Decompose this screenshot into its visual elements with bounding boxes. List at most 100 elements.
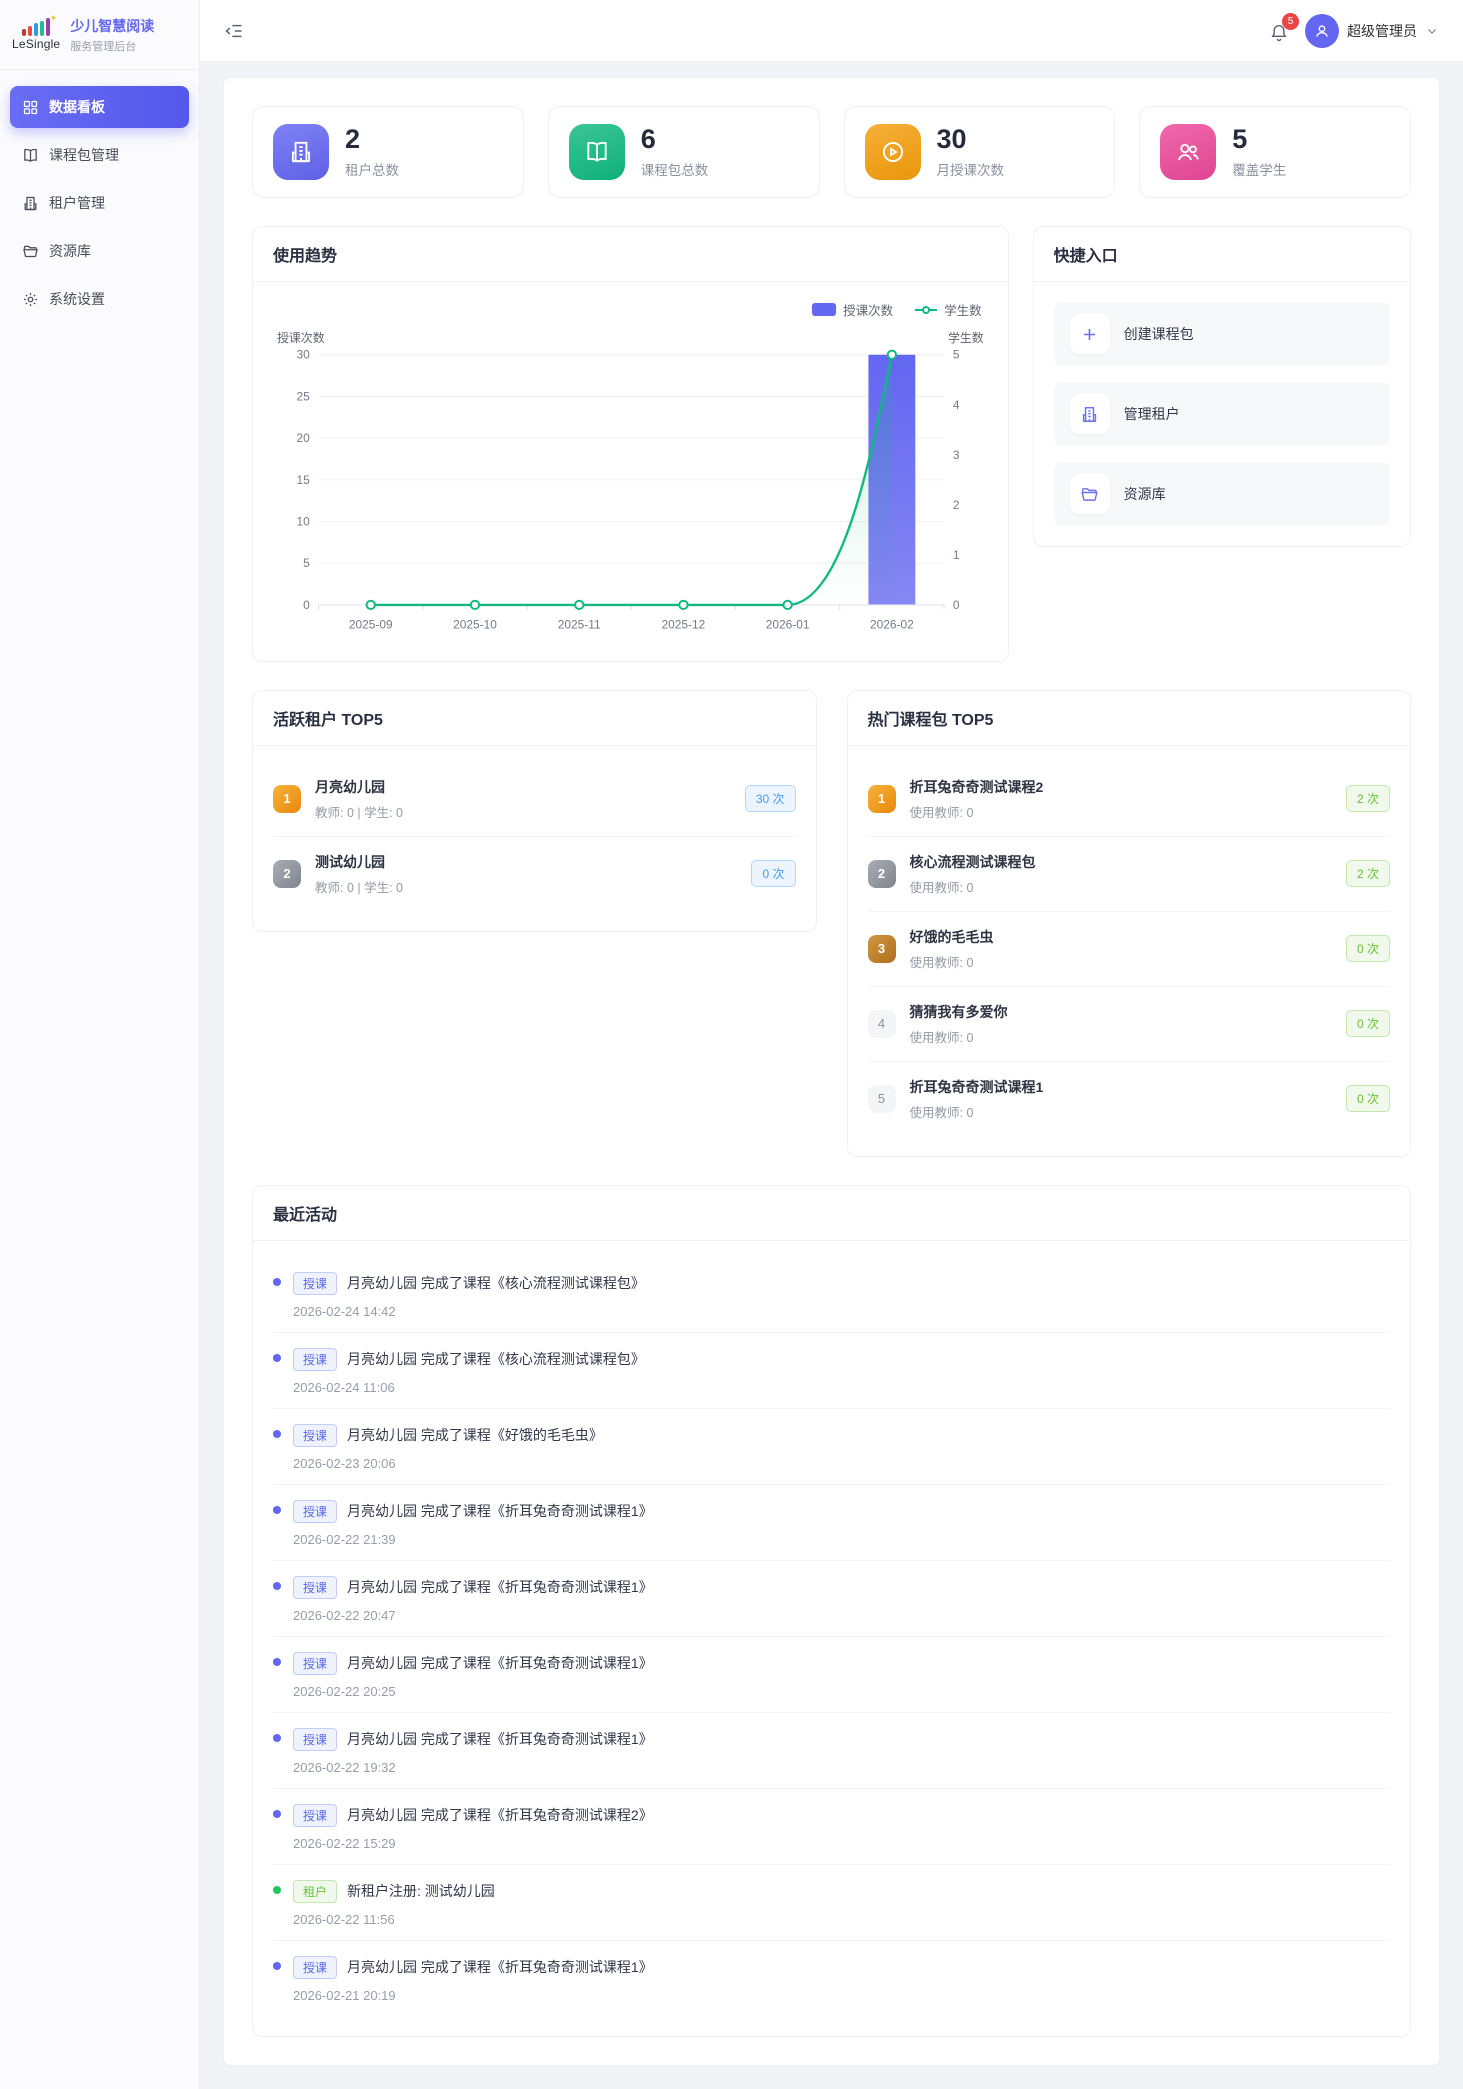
activity-type-badge: 授课 — [293, 1803, 338, 1827]
folder-icon — [1069, 474, 1110, 514]
logo: ✦ LeSingle 少儿智慧阅读 服务管理后台 — [0, 0, 199, 70]
user-name: 超级管理员 — [1347, 22, 1417, 39]
legend-item-lessons[interactable]: 授课次数 — [812, 300, 893, 319]
rank-badge: 4 — [867, 1009, 896, 1038]
activity-time: 2026-02-24 14:42 — [293, 1303, 396, 1319]
activity-dot-icon — [273, 1885, 281, 1894]
quick-entry-label: 管理租户 — [1123, 406, 1180, 422]
package-meta: 使用教师: 0 — [909, 1105, 974, 1120]
hot-packages-title: 热门课程包 TOP5 — [847, 691, 1410, 746]
quick-entry-label: 资源库 — [1123, 486, 1166, 502]
sidebar-collapse-icon[interactable] — [224, 21, 244, 41]
svg-text:2: 2 — [953, 498, 960, 512]
person-icon — [1316, 24, 1328, 37]
dashboard-icon — [22, 99, 39, 116]
chevron-down-icon — [1425, 24, 1439, 38]
package-rank-row: 4 猜猜我有多爱你 使用教师: 0 0 次 — [867, 987, 1390, 1062]
recent-activity-list: 授课 月亮幼儿园 完成了课程《核心流程测试课程包》 2026-02-24 14:42… — [253, 1241, 1410, 2036]
package-rank-row: 2 核心流程测试课程包 使用教师: 0 2 次 — [867, 837, 1390, 912]
sidebar-item-tenants[interactable]: 租户管理 — [10, 182, 189, 224]
activity-row: 授课 月亮幼儿园 完成了课程《核心流程测试课程包》 2026-02-24 14:42 — [273, 1257, 1390, 1333]
svg-text:20: 20 — [296, 431, 310, 445]
stat-value: 30 — [936, 124, 967, 155]
activity-dot-icon — [273, 1657, 281, 1666]
activity-text: 月亮幼儿园 完成了课程《核心流程测试课程包》 — [347, 1351, 645, 1368]
usage-count-badge: 2 次 — [1345, 785, 1390, 813]
activity-dot-icon — [273, 1505, 281, 1514]
app-subtitle: 服务管理后台 — [70, 40, 137, 53]
activity-dot-icon — [273, 1277, 281, 1286]
svg-text:2025-12: 2025-12 — [662, 618, 706, 632]
svg-text:0: 0 — [953, 598, 960, 612]
activity-text: 月亮幼儿园 完成了课程《折耳兔奇奇测试课程1》 — [347, 1731, 653, 1748]
rank-badge: 5 — [867, 1084, 896, 1113]
svg-text:2026-01: 2026-01 — [766, 618, 810, 632]
notifications-button[interactable]: 5 — [1269, 12, 1299, 43]
quick-entry-title: 快捷入口 — [1033, 227, 1410, 282]
rank-badge: 1 — [273, 784, 301, 813]
book-icon — [568, 124, 625, 180]
legend-label: 学生数 — [944, 304, 982, 318]
activity-text: 月亮幼儿园 完成了课程《核心流程测试课程包》 — [347, 1275, 645, 1292]
svg-text:5: 5 — [953, 348, 960, 362]
user-menu[interactable]: 超级管理员 — [1305, 13, 1439, 48]
activity-text: 月亮幼儿园 完成了课程《好饿的毛毛虫》 — [347, 1427, 603, 1444]
sidebar-item-course-packages[interactable]: 课程包管理 — [10, 134, 189, 176]
sidebar-item-resources[interactable]: 资源库 — [10, 230, 189, 272]
package-name: 猜猜我有多爱你 — [909, 1003, 1008, 1020]
stat-value: 2 — [345, 124, 361, 155]
gear-icon — [22, 291, 39, 308]
stats-row: 2 租户总数 6 课程包总数 30 月授课次数 5 覆盖学生 — [252, 106, 1411, 198]
logo-brand: LeSingle — [12, 37, 61, 51]
activity-text: 新租户注册: 测试幼儿园 — [347, 1883, 495, 1900]
quick-entry-create-package[interactable]: 创建课程包 — [1053, 302, 1390, 366]
activity-row: 授课 月亮幼儿园 完成了课程《核心流程测试课程包》 2026-02-24 11:06 — [273, 1333, 1390, 1409]
tenant-meta: 教师: 0 | 学生: 0 — [315, 880, 403, 895]
svg-text:30: 30 — [296, 348, 310, 362]
folder-icon — [22, 243, 39, 260]
active-tenants-card: 活跃租户 TOP5 1 月亮幼儿园 教师: 0 | 学生: 0 30 次 2 测试… — [252, 689, 817, 932]
sidebar-item-settings[interactable]: 系统设置 — [10, 278, 189, 320]
activity-row: 授课 月亮幼儿园 完成了课程《折耳兔奇奇测试课程1》 2026-02-22 20:4… — [273, 1561, 1390, 1637]
activity-time: 2026-02-22 15:29 — [293, 1835, 396, 1851]
package-name: 折耳兔奇奇测试课程2 — [909, 778, 1044, 795]
activity-time: 2026-02-22 21:39 — [293, 1531, 396, 1547]
package-name: 好饿的毛毛虫 — [909, 928, 994, 945]
package-rank-row: 1 折耳兔奇奇测试课程2 使用教师: 0 2 次 — [867, 762, 1390, 837]
activity-type-badge: 授课 — [293, 1727, 338, 1751]
activity-time: 2026-02-22 11:56 — [293, 1911, 395, 1927]
package-meta: 使用教师: 0 — [909, 1030, 974, 1045]
tenant-name: 测试幼儿园 — [315, 853, 385, 870]
stat-value: 6 — [640, 124, 656, 155]
stat-label: 覆盖学生 — [1232, 162, 1287, 178]
activity-row: 授课 月亮幼儿园 完成了课程《折耳兔奇奇测试课程1》 2026-02-22 19:3… — [273, 1713, 1390, 1789]
svg-text:10: 10 — [296, 514, 310, 528]
building-icon — [1069, 394, 1110, 434]
stat-label: 租户总数 — [345, 162, 399, 178]
stat-value: 5 — [1232, 124, 1248, 155]
activity-time: 2026-02-24 11:06 — [293, 1379, 395, 1395]
quick-entry-resources[interactable]: 资源库 — [1053, 462, 1390, 526]
svg-text:1: 1 — [953, 548, 960, 562]
activity-time: 2026-02-21 20:19 — [293, 1987, 396, 2003]
line-swatch-icon — [915, 305, 938, 314]
activity-dot-icon — [273, 1733, 281, 1742]
stat-card-monthly-lessons: 30 月授课次数 — [843, 106, 1116, 198]
sidebar-nav: 数据看板 课程包管理 租户管理 资源库 系统设置 — [0, 70, 199, 336]
building-icon — [22, 195, 39, 212]
legend-label: 授课次数 — [843, 304, 894, 318]
activity-text: 月亮幼儿园 完成了课程《折耳兔奇奇测试课程1》 — [347, 1579, 653, 1596]
activity-dot-icon — [273, 1961, 281, 1970]
rank-badge: 1 — [867, 784, 896, 813]
svg-text:学生数: 学生数 — [948, 331, 984, 345]
building-icon — [273, 124, 329, 180]
stat-label: 月授课次数 — [936, 162, 1005, 178]
package-meta: 使用教师: 0 — [909, 880, 974, 895]
usage-count-badge: 0 次 — [751, 860, 796, 888]
legend-item-students[interactable]: 学生数 — [915, 300, 982, 319]
sidebar-item-dashboard[interactable]: 数据看板 — [10, 86, 189, 128]
package-rank-row: 3 好饿的毛毛虫 使用教师: 0 0 次 — [867, 912, 1390, 987]
package-meta: 使用教师: 0 — [909, 955, 974, 970]
activity-row: 授课 月亮幼儿园 完成了课程《折耳兔奇奇测试课程2》 2026-02-22 15:2… — [273, 1789, 1390, 1865]
quick-entry-manage-tenants[interactable]: 管理租户 — [1053, 382, 1390, 446]
